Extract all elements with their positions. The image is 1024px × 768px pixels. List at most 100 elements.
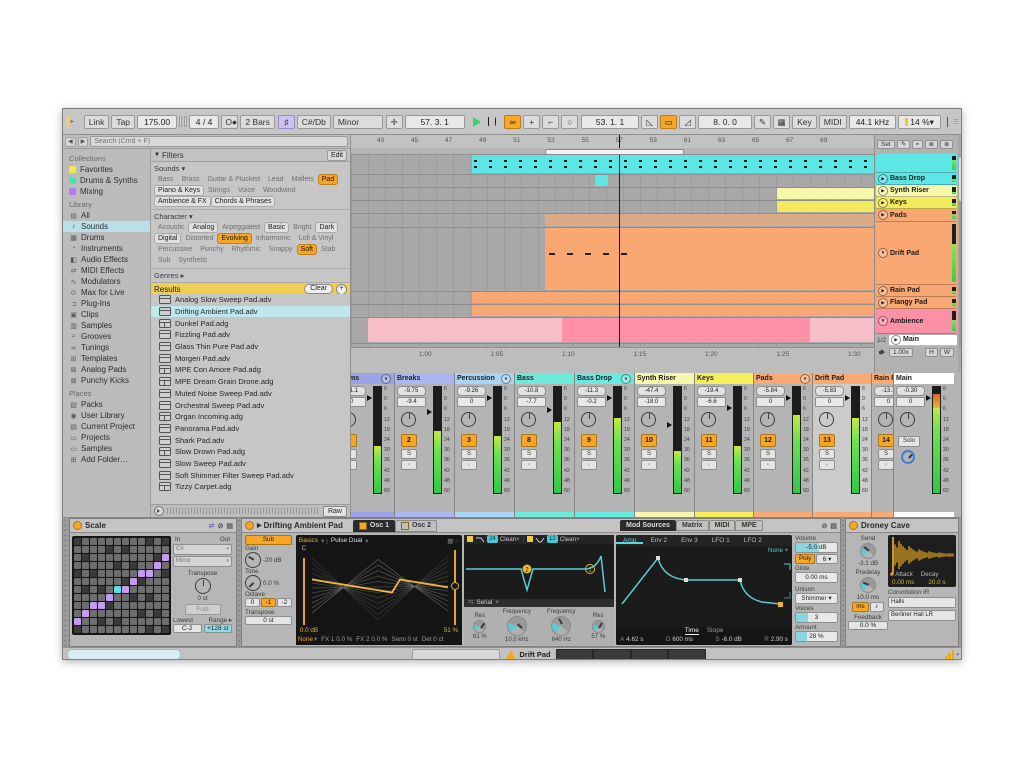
vertical-scrollbar[interactable] <box>959 155 962 347</box>
wavetable-name-select[interactable]: Pulse Dual <box>331 537 362 544</box>
sidebar-item-mixing[interactable]: Mixing <box>63 186 150 197</box>
env-mod-target-select[interactable]: None ▾ <box>768 547 788 554</box>
tag-mallets[interactable]: Mallets <box>289 175 317 184</box>
result-item-glass-thin-pure-pad-adv[interactable]: Glass Thin Pure Pad.adv <box>151 341 350 353</box>
crossfader-knob[interactable] <box>901 450 915 464</box>
pencil-icon[interactable]: ✎ <box>897 140 910 149</box>
unfold-icon[interactable]: ▶ <box>878 198 888 208</box>
scale-cell[interactable] <box>162 626 169 633</box>
scale-cell[interactable] <box>90 602 97 609</box>
scale-cell[interactable] <box>130 570 137 577</box>
fold-button[interactable]: Fold <box>185 604 221 615</box>
scale-cell[interactable] <box>90 538 97 545</box>
genres-group[interactable]: Genres ▸ <box>151 269 350 283</box>
peak-value[interactable]: -9.26 <box>457 386 486 396</box>
envelope-display[interactable]: None ▾ <box>616 546 792 627</box>
scale-cell[interactable] <box>154 554 161 561</box>
midi-map-button[interactable]: MIDI <box>819 115 847 129</box>
filter-group-character-[interactable]: Character ▾ <box>151 210 350 222</box>
sidebar-item-tunings[interactable]: ≍Tunings <box>63 342 150 353</box>
tab-mpe[interactable]: MPE <box>735 520 762 531</box>
stop-button[interactable] <box>488 117 489 126</box>
sidebar-item-templates[interactable]: ⊞Templates <box>63 353 150 364</box>
tab-lfo1[interactable]: LFO 1 <box>705 537 737 544</box>
scale-cell[interactable] <box>138 538 145 545</box>
record-button[interactable] <box>495 117 496 126</box>
cpu-meter[interactable]: 14 % ▾ <box>898 115 941 129</box>
browser-forward-button[interactable]: ▶ <box>78 137 89 147</box>
peak-value[interactable]: -10.8 <box>517 386 546 396</box>
scale-cell[interactable] <box>82 538 89 545</box>
scale-cell[interactable] <box>114 578 121 585</box>
volume-value[interactable]: -0.2 <box>577 397 606 407</box>
fader-handle[interactable] <box>547 407 552 413</box>
scale-cell[interactable] <box>146 594 153 601</box>
scale-cell[interactable] <box>154 594 161 601</box>
track-number[interactable]: 9 <box>581 434 597 447</box>
f1-res-knob[interactable] <box>473 620 486 633</box>
osc-gain-slider[interactable]: C <box>296 546 312 627</box>
scale-cell[interactable] <box>98 538 105 545</box>
track-number[interactable]: 2 <box>401 434 417 447</box>
scale-cell[interactable] <box>114 618 121 625</box>
lane-bass-drop[interactable] <box>351 175 874 188</box>
filter1-on-button[interactable] <box>467 536 473 542</box>
scale-cell[interactable] <box>90 554 97 561</box>
time-signature-field[interactable]: 4 / 4 <box>189 115 220 129</box>
pan-knob[interactable] <box>401 412 416 427</box>
width-button[interactable]: W <box>940 348 954 357</box>
scale-cell[interactable] <box>122 610 129 617</box>
tag-dark[interactable]: Dark <box>316 223 337 232</box>
scale-cell[interactable] <box>114 562 121 569</box>
tag-evolving[interactable]: Evolving <box>218 234 250 243</box>
sidebar-item-samples[interactable]: ▭Samples <box>63 443 150 454</box>
main-track-row[interactable]: 1/2▶Main <box>875 334 958 346</box>
hot-swap-icon[interactable]: ⇄ <box>209 522 215 530</box>
clip-blank[interactable] <box>472 155 874 173</box>
preset-icon[interactable]: ⊘ <box>218 522 224 530</box>
scale-cell[interactable] <box>82 594 89 601</box>
clip-rain-pad[interactable] <box>472 292 874 303</box>
clip-pads[interactable] <box>545 214 874 226</box>
attack-value[interactable]: 0.00 ms <box>892 579 914 586</box>
track-header-main[interactable]: ▶Main <box>889 335 957 346</box>
loop-start-field[interactable]: 53. 1. 1 <box>581 115 639 129</box>
volume-value[interactable]: 0 <box>896 397 925 407</box>
volume-value[interactable]: 0 <box>756 397 785 407</box>
scale-cell[interactable] <box>146 570 153 577</box>
scale-cell[interactable] <box>90 570 97 577</box>
predelay-knob[interactable] <box>860 577 876 593</box>
scale-cell[interactable] <box>90 618 97 625</box>
scale-device-on-button[interactable] <box>73 521 82 530</box>
raw-button[interactable]: Raw <box>323 506 347 517</box>
tone-knob[interactable] <box>245 575 261 591</box>
track-number[interactable]: 10 <box>641 434 657 447</box>
filters-collapse-icon[interactable]: ▼ <box>154 152 160 158</box>
punch-in-button[interactable]: ◺ <box>641 115 658 129</box>
tag-piano-keys[interactable]: Piano & Keys <box>155 186 203 195</box>
pan-knob[interactable] <box>461 412 476 427</box>
arrangement-position-field[interactable]: 57. 3. 1 <box>405 115 465 129</box>
scale-cell[interactable] <box>130 602 137 609</box>
scale-cell[interactable] <box>106 586 113 593</box>
range-value[interactable]: +128 st <box>204 624 233 633</box>
scale-cell[interactable] <box>162 594 169 601</box>
peak-value[interactable]: -5.84 <box>756 386 785 396</box>
lane-flangy-pad[interactable] <box>351 305 874 318</box>
lane-rain-pad[interactable] <box>351 292 874 305</box>
scale-cell[interactable] <box>90 594 97 601</box>
follow-button[interactable]: ✛ <box>386 115 403 129</box>
tab-env2[interactable]: Env 2 <box>643 537 674 544</box>
scale-cell[interactable] <box>162 546 169 553</box>
result-item-muted-noise-sweep-pad-adv[interactable]: Muted Noise Sweep Pad.adv <box>151 388 350 400</box>
scale-cell[interactable] <box>106 618 113 625</box>
scale-cell[interactable] <box>114 602 121 609</box>
glide-value[interactable]: 0.00 ms <box>795 572 838 583</box>
track-header-blank[interactable] <box>876 154 957 173</box>
scale-cell[interactable] <box>82 554 89 561</box>
tag-digital[interactable]: Digital <box>155 234 180 243</box>
scale-cell[interactable] <box>130 562 137 569</box>
clip-overview[interactable] <box>412 649 500 660</box>
clip-bass-drop[interactable] <box>595 175 609 186</box>
unfold-icon[interactable]: ▶ <box>878 174 888 184</box>
